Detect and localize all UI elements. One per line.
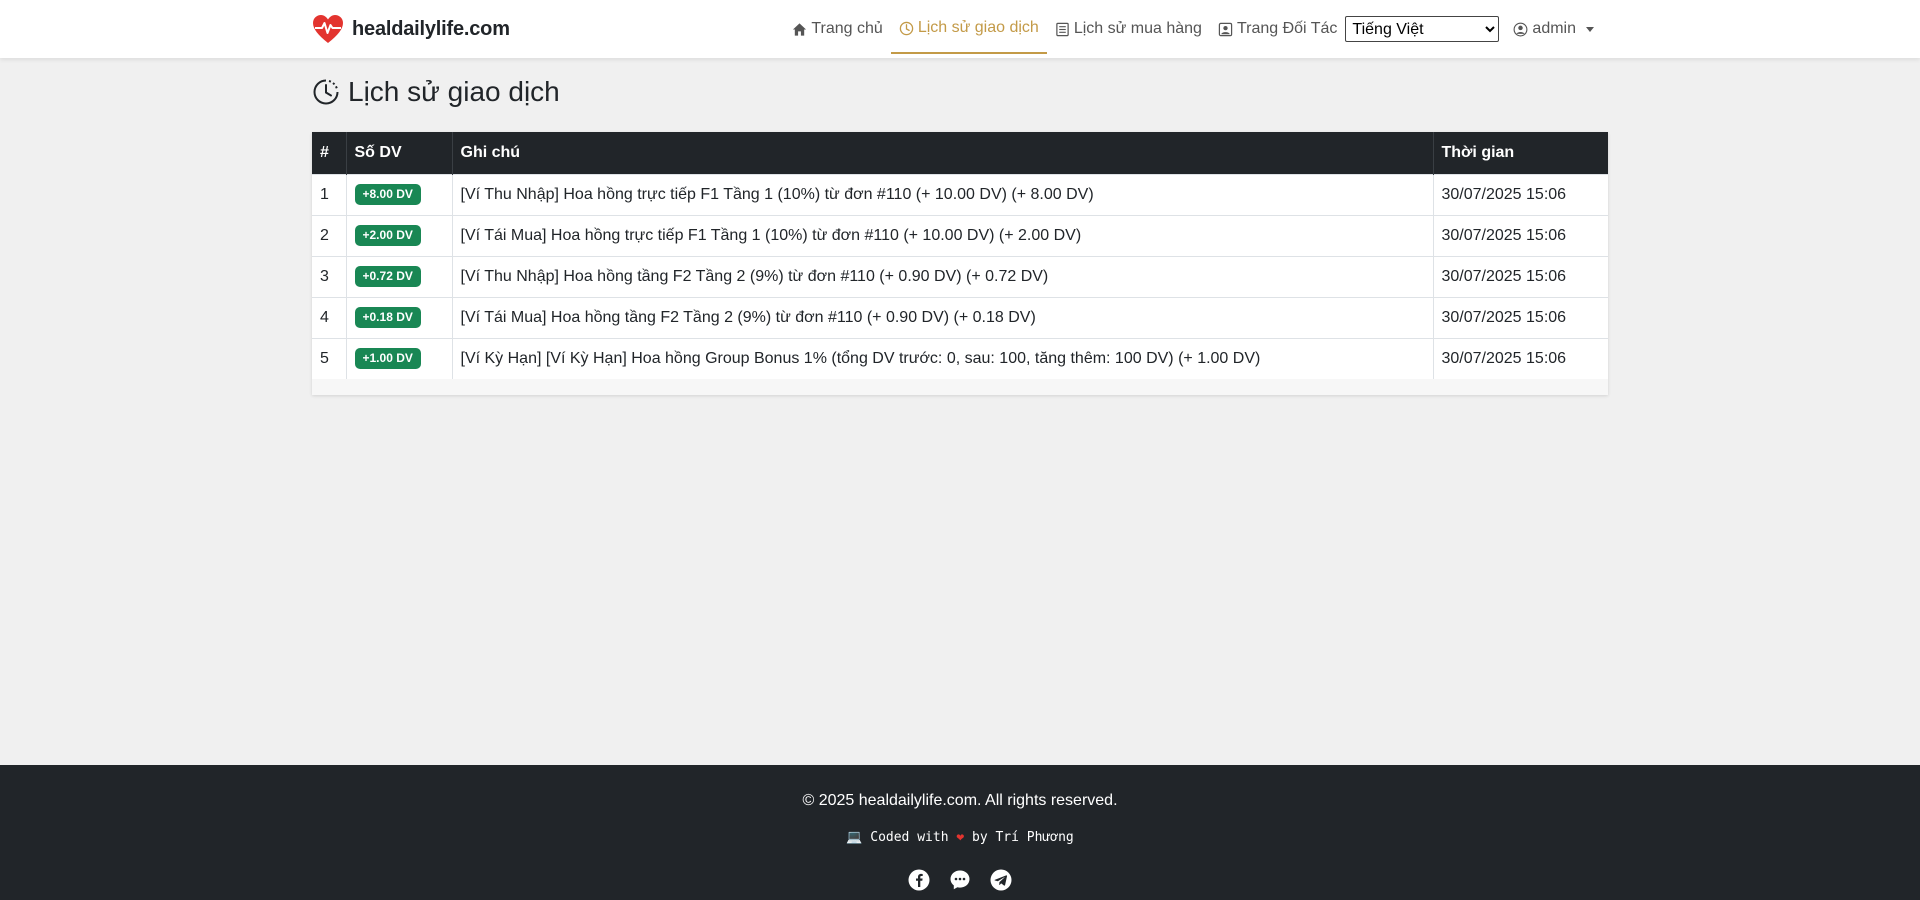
row-note: [Ví Tái Mua] Hoa hồng tầng F2 Tầng 2 (9%…: [452, 296, 1434, 338]
row-note: [Ví Thu Nhập] Hoa hồng tầng F2 Tầng 2 (9…: [452, 255, 1434, 297]
brand-link[interactable]: healdailylife.com: [312, 13, 510, 45]
partner-icon: [1218, 22, 1233, 36]
user-menu-toggle[interactable]: admin: [1505, 4, 1602, 54]
page-title-text: Lịch sử giao dịch: [348, 76, 560, 107]
table-row: 2 +2.00 DV [Ví Tái Mua] Hoa hồng trực ti…: [312, 214, 1608, 256]
table-row: 5 +1.00 DV [Ví Kỳ Hạn] [Ví Kỳ Hạn] Hoa h…: [312, 337, 1608, 379]
row-time: 30/07/2025 15:06: [1433, 296, 1608, 338]
page-title: Lịch sử giao dịch: [312, 74, 560, 110]
footer: © 2025 healdailylife.com. All rights res…: [0, 765, 1920, 900]
row-note: [Ví Thu Nhập] Hoa hồng trực tiếp F1 Tầng…: [452, 173, 1434, 215]
chevron-down-icon: [1586, 26, 1594, 32]
home-icon: [793, 22, 807, 36]
facebook-icon[interactable]: [908, 869, 930, 891]
row-num: 5: [312, 337, 347, 379]
receipt-icon: [1056, 22, 1069, 36]
header-num: #: [312, 132, 347, 174]
dv-badge: +8.00 DV: [354, 184, 421, 205]
row-time: 30/07/2025 15:06: [1433, 337, 1608, 379]
row-dv-cell: +2.00 DV: [346, 214, 453, 256]
navbar: healdailylife.com Trang chủ Lịch sử giao…: [0, 0, 1920, 58]
table-row: 1 +8.00 DV [Ví Thu Nhập] Hoa hồng trực t…: [312, 173, 1608, 215]
table-row: 3 +0.72 DV [Ví Thu Nhập] Hoa hồng tầng F…: [312, 255, 1608, 297]
user-name: admin: [1532, 20, 1576, 37]
heart-pulse-icon: [312, 14, 344, 44]
row-time: 30/07/2025 15:06: [1433, 214, 1608, 256]
row-dv-cell: +0.18 DV: [346, 296, 453, 338]
nav-home[interactable]: Trang chủ: [784, 4, 890, 54]
nav-purchase-history[interactable]: Lịch sử mua hàng: [1047, 4, 1210, 54]
nav-transaction-history[interactable]: Lịch sử giao dịch: [890, 4, 1047, 54]
row-num: 4: [312, 296, 347, 338]
language-select[interactable]: Tiếng Việt: [1345, 16, 1500, 42]
row-num: 1: [312, 173, 347, 215]
transaction-table: # Số DV Ghi chú Thời gian 1 +8.00 DV [Ví…: [312, 132, 1608, 379]
nav-partner-page-label: Trang Đối Tác: [1236, 20, 1338, 37]
main-nav: Trang chủ Lịch sử giao dịch Lịch sử mua …: [784, 0, 1602, 58]
row-dv-cell: +8.00 DV: [346, 173, 453, 215]
heart-icon: ❤: [956, 830, 965, 845]
dv-badge: +0.72 DV: [354, 266, 421, 287]
social-links: [0, 869, 1920, 891]
row-num: 3: [312, 255, 347, 297]
nav-home-label: Trang chủ: [811, 20, 883, 37]
dv-badge: +1.00 DV: [354, 348, 421, 370]
clock-icon: [313, 79, 339, 105]
clock-icon: [899, 21, 914, 35]
messenger-icon[interactable]: [949, 869, 971, 891]
credit-suffix: by Trí Phương: [972, 830, 1074, 845]
header-note: Ghi chú: [452, 132, 1434, 174]
credit-prefix: 💻 Coded with: [846, 830, 949, 845]
dv-badge: +0.18 DV: [354, 307, 421, 328]
brand-name: healdailylife.com: [352, 17, 510, 40]
transaction-table-card: # Số DV Ghi chú Thời gian 1 +8.00 DV [Ví…: [312, 132, 1608, 395]
row-note: [Ví Tái Mua] Hoa hồng trực tiếp F1 Tầng …: [452, 214, 1434, 256]
row-time: 30/07/2025 15:06: [1433, 255, 1608, 297]
header-time: Thời gian: [1433, 132, 1608, 174]
nav-purchase-history-label: Lịch sử mua hàng: [1073, 20, 1202, 37]
table-row: 4 +0.18 DV [Ví Tái Mua] Hoa hồng tầng F2…: [312, 296, 1608, 338]
header-dv: Số DV: [346, 132, 453, 174]
row-dv-cell: +1.00 DV: [346, 337, 453, 379]
nav-partner-page[interactable]: Trang Đối Tác: [1210, 4, 1345, 54]
dv-badge: +2.00 DV: [354, 225, 421, 246]
row-time: 30/07/2025 15:06: [1433, 173, 1608, 215]
footer-copyright: © 2025 healdailylife.com. All rights res…: [802, 792, 1118, 809]
telegram-icon[interactable]: [990, 869, 1012, 891]
footer-credit: 💻 Coded with ❤ by Trí Phương: [0, 830, 1920, 845]
row-num: 2: [312, 214, 347, 256]
nav-transaction-history-label: Lịch sử giao dịch: [917, 19, 1039, 36]
user-circle-icon: [1513, 22, 1528, 36]
row-dv-cell: +0.72 DV: [346, 255, 453, 297]
row-note: [Ví Kỳ Hạn] [Ví Kỳ Hạn] Hoa hồng Group B…: [452, 337, 1434, 379]
table-header-row: # Số DV Ghi chú Thời gian: [312, 132, 1608, 174]
